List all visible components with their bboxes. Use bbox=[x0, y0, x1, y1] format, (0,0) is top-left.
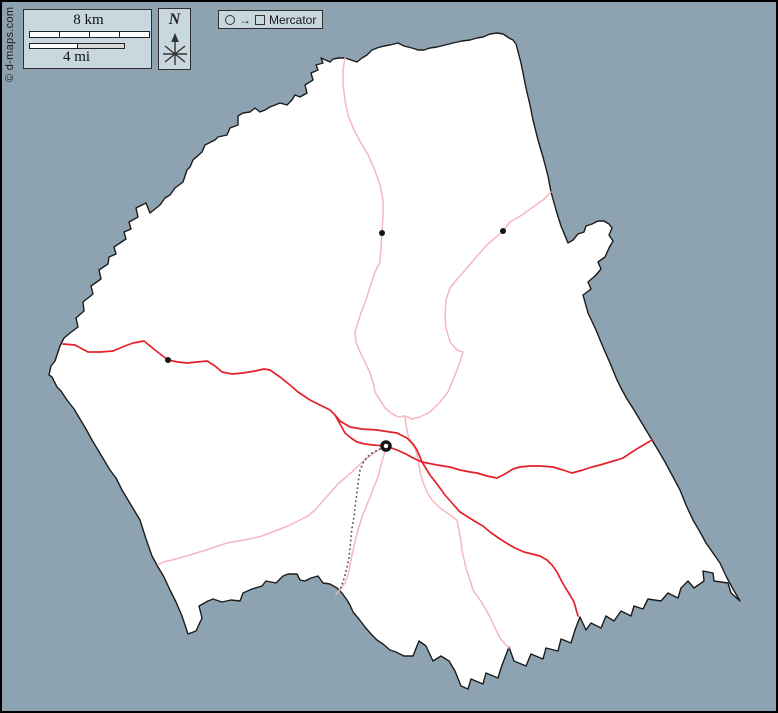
scale-km-segment bbox=[120, 32, 149, 37]
map-image: © d-maps.com 8 km 4 mi N bbox=[0, 0, 778, 713]
county-outline bbox=[49, 33, 740, 689]
scale-mi-label: 4 mi bbox=[29, 50, 124, 65]
arrow-right-icon: → bbox=[239, 15, 251, 25]
scale-km-segment bbox=[90, 32, 120, 37]
scale-km-segment bbox=[60, 32, 90, 37]
scale-km-segment bbox=[30, 32, 60, 37]
town-dot bbox=[379, 230, 385, 236]
scale-km-label: 8 km bbox=[24, 13, 153, 28]
square-icon bbox=[255, 15, 265, 25]
scale-bar-panel: 8 km 4 mi bbox=[23, 9, 152, 69]
map-canvas bbox=[0, 0, 778, 713]
compass-icon bbox=[162, 31, 188, 67]
projection-panel: → Mercator bbox=[218, 10, 323, 29]
north-label: N bbox=[159, 11, 190, 29]
copyright-text: © d-maps.com bbox=[4, 7, 16, 82]
scale-mi-segment bbox=[30, 44, 78, 48]
north-panel: N bbox=[158, 8, 191, 70]
town-dot bbox=[500, 228, 506, 234]
circle-icon bbox=[225, 15, 235, 25]
scale-mi-segment bbox=[78, 44, 125, 48]
town-dot bbox=[165, 357, 171, 363]
city-marker bbox=[382, 442, 390, 450]
projection-label: Mercator bbox=[269, 13, 316, 27]
scale-km-bar bbox=[29, 31, 150, 38]
